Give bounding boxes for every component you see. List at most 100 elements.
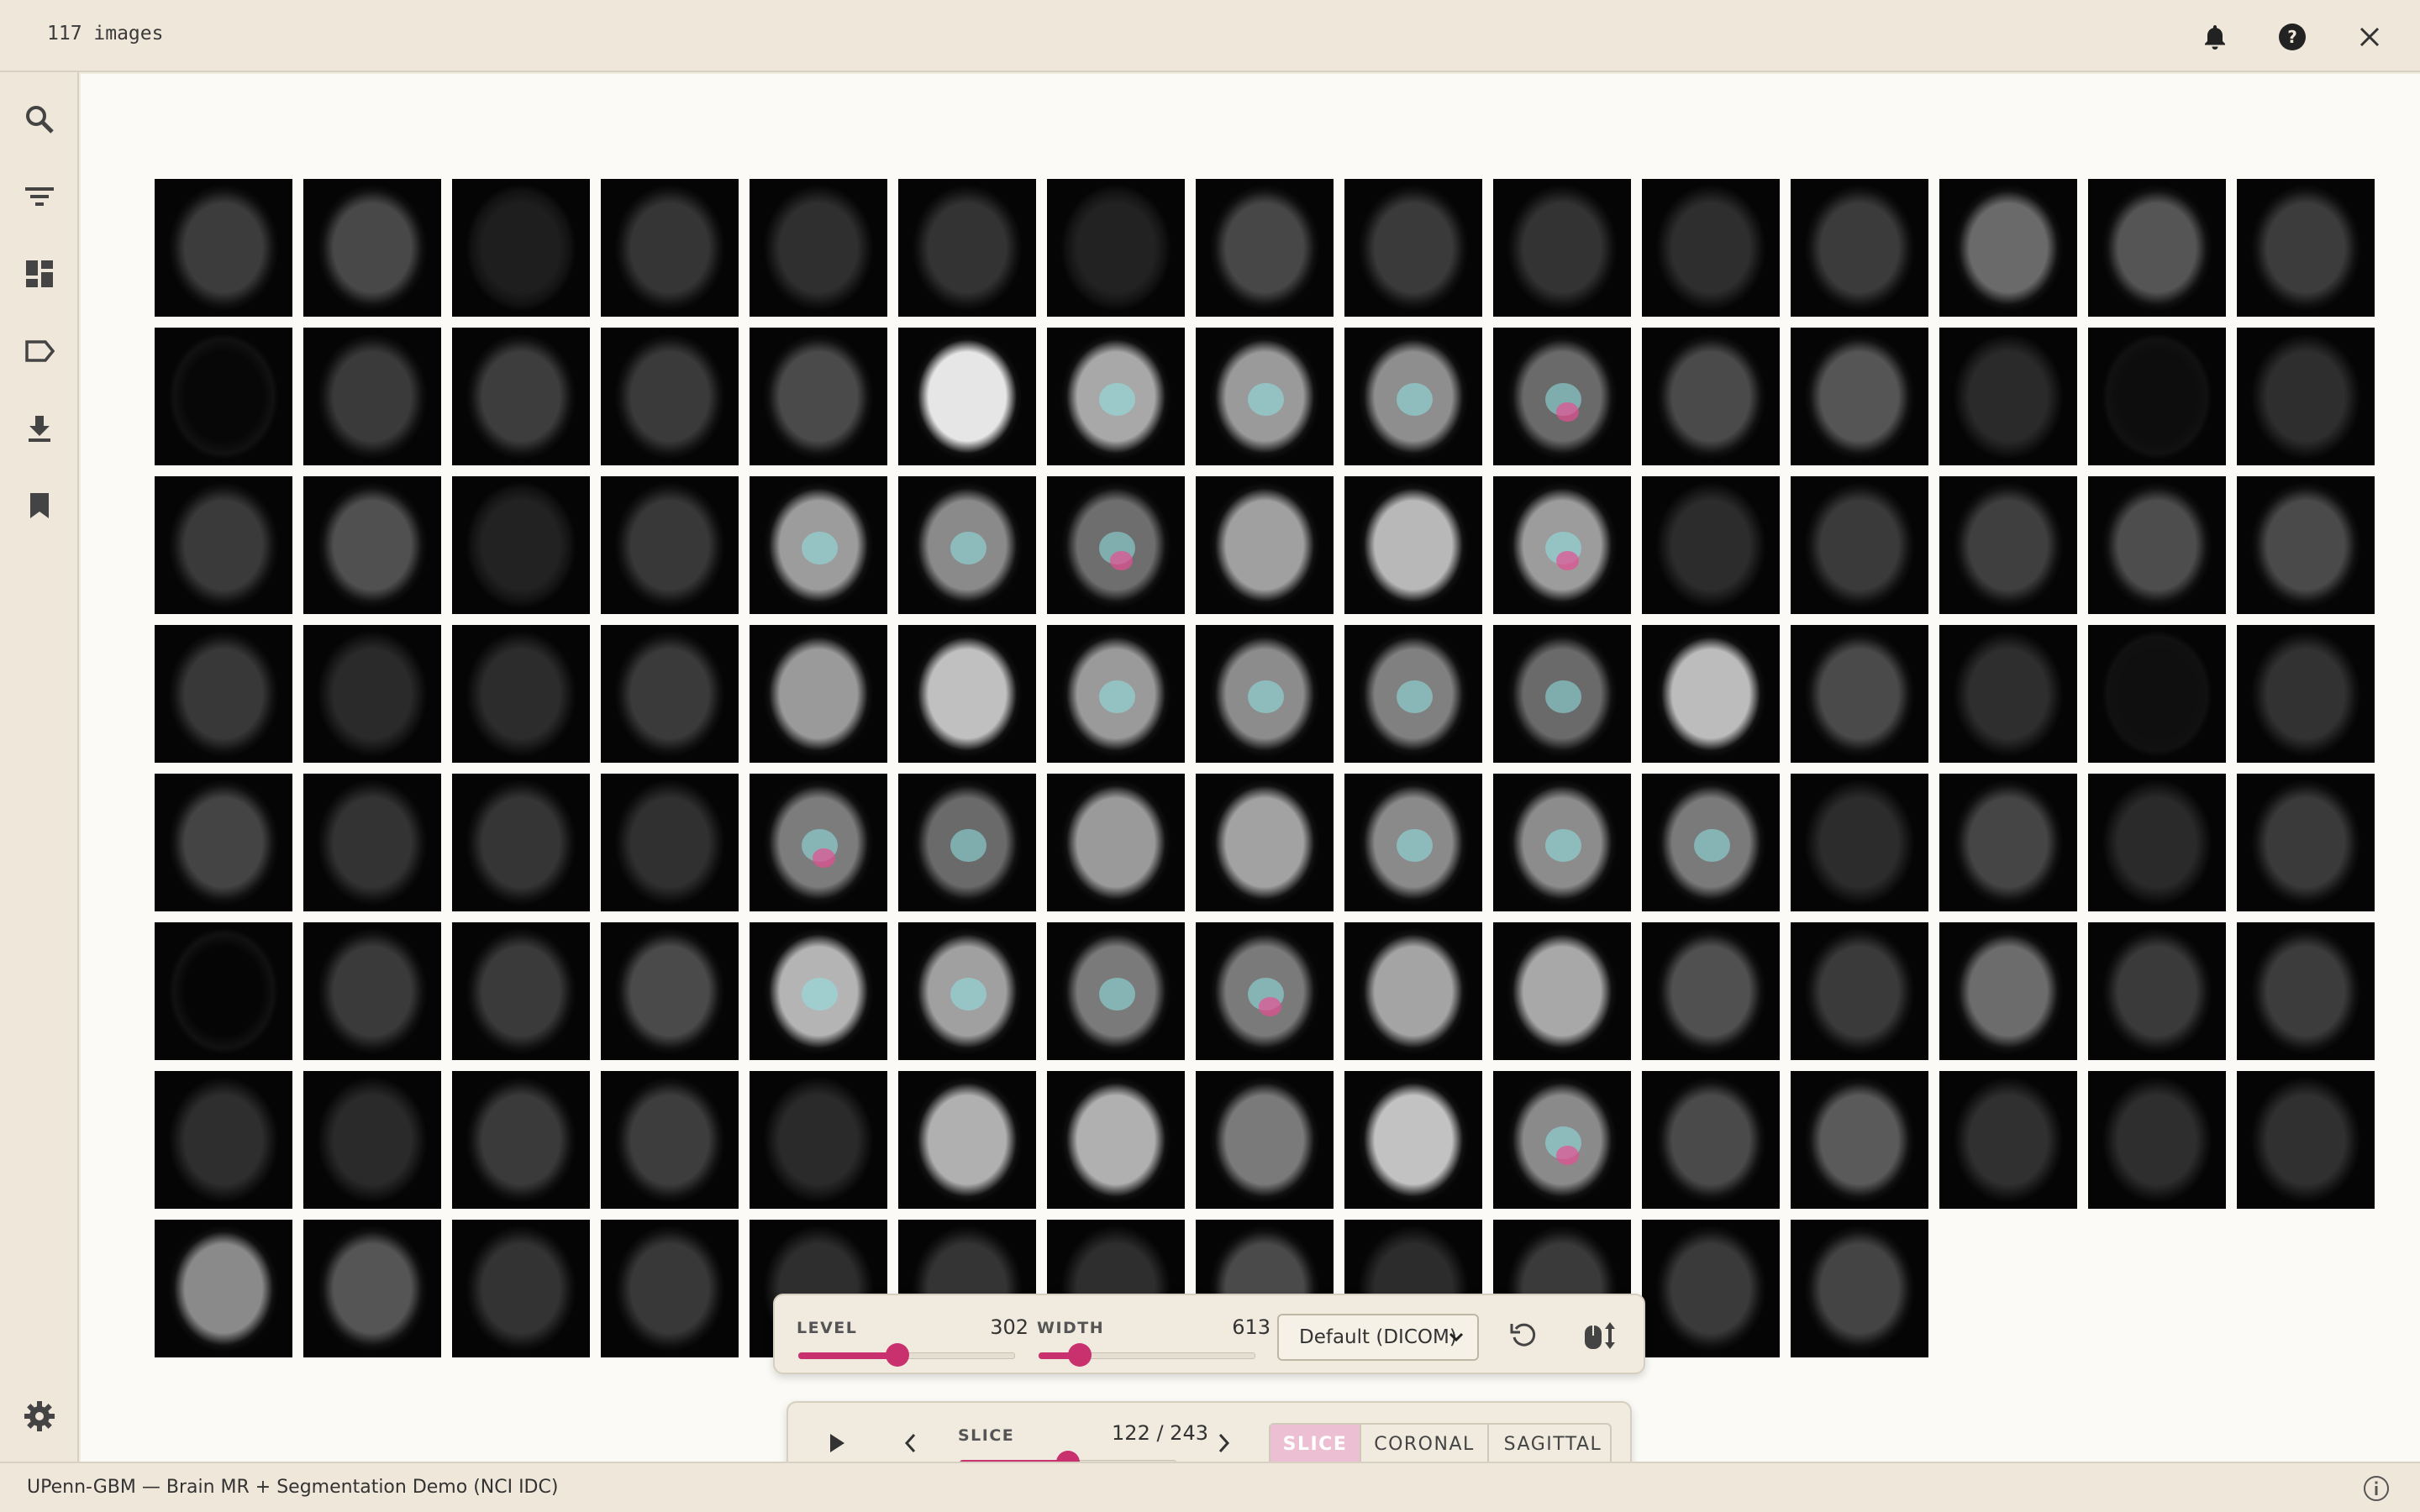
thumbnail[interactable] <box>601 922 739 1060</box>
thumbnail[interactable] <box>1047 1071 1185 1209</box>
thumbnail[interactable] <box>1047 328 1185 465</box>
thumbnail[interactable] <box>303 774 441 911</box>
thumbnail[interactable] <box>1493 922 1631 1060</box>
thumbnail[interactable] <box>2237 328 2375 465</box>
thumbnail[interactable] <box>2237 922 2375 1060</box>
thumbnail[interactable] <box>2088 774 2226 911</box>
thumbnail[interactable] <box>2237 476 2375 614</box>
thumbnail[interactable] <box>2088 625 2226 763</box>
thumbnail[interactable] <box>1196 774 1334 911</box>
thumbnail[interactable] <box>898 774 1036 911</box>
thumbnail[interactable] <box>898 1071 1036 1209</box>
reset-icon[interactable] <box>1504 1315 1544 1356</box>
thumbnail[interactable] <box>155 179 292 317</box>
thumbnail[interactable] <box>1642 774 1780 911</box>
thumbnail[interactable] <box>750 774 887 911</box>
thumbnail[interactable] <box>601 1220 739 1357</box>
thumbnail[interactable] <box>2088 328 2226 465</box>
thumbnail[interactable] <box>2237 774 2375 911</box>
thumbnail[interactable] <box>1344 625 1482 763</box>
chevron-left-icon[interactable] <box>891 1423 931 1463</box>
level-slider-thumb[interactable] <box>886 1343 909 1367</box>
thumbnail[interactable] <box>1196 922 1334 1060</box>
thumbnail[interactable] <box>750 328 887 465</box>
thumbnail[interactable] <box>1493 328 1631 465</box>
thumbnail[interactable] <box>2237 1071 2375 1209</box>
mouse-adjust-icon[interactable] <box>1580 1315 1620 1356</box>
thumbnail[interactable] <box>155 1220 292 1357</box>
thumbnail[interactable] <box>1791 1220 1928 1357</box>
thumbnail[interactable] <box>2237 179 2375 317</box>
thumbnail[interactable] <box>1642 476 1780 614</box>
view-coronal-button[interactable]: CORONAL <box>1361 1425 1489 1463</box>
thumbnail[interactable] <box>303 625 441 763</box>
thumbnail[interactable] <box>1939 625 2077 763</box>
close-icon[interactable] <box>2351 18 2388 55</box>
thumbnail[interactable] <box>1791 476 1928 614</box>
thumbnail[interactable] <box>750 476 887 614</box>
thumbnail[interactable] <box>155 625 292 763</box>
thumbnail[interactable] <box>601 476 739 614</box>
thumbnail[interactable] <box>1642 922 1780 1060</box>
thumbnail[interactable] <box>898 179 1036 317</box>
thumbnail[interactable] <box>452 476 590 614</box>
thumbnail[interactable] <box>1642 328 1780 465</box>
thumbnail[interactable] <box>601 1071 739 1209</box>
thumbnail[interactable] <box>1344 179 1482 317</box>
thumbnail[interactable] <box>155 774 292 911</box>
thumbnail[interactable] <box>2237 625 2375 763</box>
search-icon[interactable] <box>21 101 58 138</box>
bell-icon[interactable] <box>2196 18 2233 55</box>
thumbnail[interactable] <box>1196 625 1334 763</box>
thumbnail[interactable] <box>1493 774 1631 911</box>
thumbnail[interactable] <box>303 1071 441 1209</box>
thumbnail[interactable] <box>750 625 887 763</box>
thumbnail[interactable] <box>898 625 1036 763</box>
thumbnail[interactable] <box>452 922 590 1060</box>
thumbnail[interactable] <box>2088 179 2226 317</box>
thumbnail[interactable] <box>2088 922 2226 1060</box>
view-sagittal-button[interactable]: SAGITTAL <box>1489 1425 1610 1463</box>
thumbnail[interactable] <box>303 1220 441 1357</box>
thumbnail[interactable] <box>2088 1071 2226 1209</box>
label-icon[interactable] <box>21 333 58 370</box>
thumbnail[interactable] <box>750 1071 887 1209</box>
thumbnail[interactable] <box>1344 328 1482 465</box>
info-icon[interactable] <box>2363 1475 2390 1502</box>
thumbnail[interactable] <box>1642 1071 1780 1209</box>
thumbnail[interactable] <box>1939 476 2077 614</box>
thumbnail[interactable] <box>452 328 590 465</box>
window-preset-select[interactable]: Default (DICOM) <box>1277 1314 1479 1361</box>
thumbnail[interactable] <box>155 476 292 614</box>
thumbnail[interactable] <box>898 922 1036 1060</box>
width-slider-thumb[interactable] <box>1068 1343 1092 1367</box>
thumbnail[interactable] <box>1344 476 1482 614</box>
thumbnail[interactable] <box>601 625 739 763</box>
thumbnail[interactable] <box>1939 328 2077 465</box>
thumbnail[interactable] <box>1047 625 1185 763</box>
thumbnail[interactable] <box>452 1220 590 1357</box>
thumbnail[interactable] <box>452 774 590 911</box>
thumbnail[interactable] <box>1196 179 1334 317</box>
dashboard-icon[interactable] <box>21 255 58 292</box>
thumbnail[interactable] <box>1047 922 1185 1060</box>
play-icon[interactable] <box>817 1423 857 1463</box>
thumbnail[interactable] <box>1493 1071 1631 1209</box>
thumbnail[interactable] <box>452 179 590 317</box>
thumbnail[interactable] <box>601 179 739 317</box>
thumbnail[interactable] <box>1493 625 1631 763</box>
thumbnail[interactable] <box>1196 476 1334 614</box>
thumbnail[interactable] <box>1642 625 1780 763</box>
thumbnail[interactable] <box>1939 774 2077 911</box>
bookmark-icon[interactable] <box>21 487 58 524</box>
thumbnail[interactable] <box>1791 179 1928 317</box>
thumbnail[interactable] <box>750 179 887 317</box>
thumbnail[interactable] <box>303 922 441 1060</box>
filter-icon[interactable] <box>21 178 58 215</box>
thumbnail[interactable] <box>1493 179 1631 317</box>
thumbnail[interactable] <box>1791 1071 1928 1209</box>
thumbnail[interactable] <box>1791 922 1928 1060</box>
thumbnail[interactable] <box>1196 328 1334 465</box>
thumbnail[interactable] <box>750 922 887 1060</box>
thumbnail[interactable] <box>898 476 1036 614</box>
